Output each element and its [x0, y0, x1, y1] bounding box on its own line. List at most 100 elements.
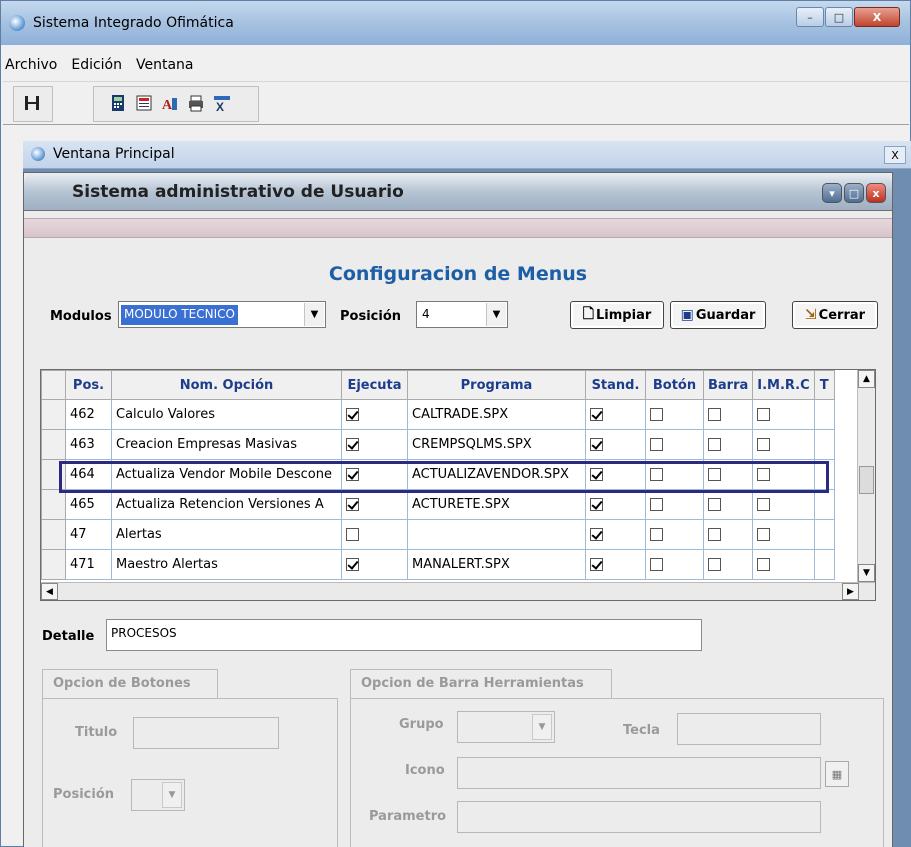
- row-header[interactable]: [41, 429, 66, 460]
- cell-barra[interactable]: [702, 489, 754, 520]
- checkbox[interactable]: [757, 438, 771, 451]
- grupo-select[interactable]: ▼: [457, 711, 555, 743]
- scroll-up-icon[interactable]: ▲: [858, 370, 875, 388]
- cell-boton[interactable]: [645, 399, 704, 430]
- cell-pos[interactable]: 462: [65, 399, 112, 430]
- cerrar-button[interactable]: ⇲ Cerrar: [792, 301, 878, 329]
- checkbox[interactable]: [346, 498, 359, 511]
- cell-stand[interactable]: [585, 549, 646, 580]
- col-header-pos[interactable]: Pos.: [65, 370, 112, 400]
- cell-imrc[interactable]: [752, 429, 815, 460]
- checkbox[interactable]: [650, 528, 663, 541]
- close-button[interactable]: X: [854, 7, 900, 27]
- browse-icon[interactable]: ▦: [825, 761, 849, 787]
- cell-pos[interactable]: 465: [65, 489, 112, 520]
- table-row[interactable]: 463 Creacion Empresas Masivas CREMPSQLMS.S…: [41, 429, 835, 460]
- limpiar-button[interactable]: 🗋 Limpiar: [570, 301, 664, 329]
- cell-stand[interactable]: [585, 489, 646, 520]
- cell-nombre[interactable]: Calculo Valores: [111, 399, 342, 430]
- col-header-stand[interactable]: Stand.: [585, 370, 646, 400]
- chevron-down-icon[interactable]: ▼: [532, 714, 552, 740]
- window-titlebar[interactable]: Sistema Integrado Ofimática – □ X: [1, 1, 910, 45]
- col-header-boton[interactable]: Botón: [645, 370, 704, 400]
- printer-icon[interactable]: [183, 91, 209, 115]
- checkbox[interactable]: [590, 438, 603, 451]
- checkbox[interactable]: [346, 528, 359, 541]
- tab-opcion-barra[interactable]: Opcion de Barra Herramientas: [350, 669, 612, 699]
- cell-stand[interactable]: [585, 519, 646, 550]
- row-header[interactable]: [41, 489, 66, 520]
- cell-barra[interactable]: [702, 399, 754, 430]
- cell-programa[interactable]: CALTRADE.SPX: [407, 399, 586, 430]
- cell-pos[interactable]: 463: [65, 429, 112, 460]
- checkbox[interactable]: [346, 408, 359, 421]
- cell-t[interactable]: [813, 489, 835, 520]
- tab-opcion-botones[interactable]: Opcion de Botones: [42, 669, 218, 699]
- cell-programa[interactable]: [407, 519, 586, 550]
- detalle-field[interactable]: PROCESOS: [106, 619, 702, 651]
- cell-t[interactable]: [813, 399, 835, 430]
- cell-ejecuta[interactable]: [341, 519, 408, 550]
- menu-edicion[interactable]: Edición: [71, 57, 122, 73]
- table-row[interactable]: 47 Alertas: [41, 519, 835, 550]
- cell-imrc[interactable]: [752, 519, 815, 550]
- col-header-t[interactable]: T: [813, 370, 835, 400]
- guardar-button[interactable]: ▣ Guardar: [670, 301, 766, 329]
- checkbox[interactable]: [708, 498, 721, 511]
- scroll-right-icon[interactable]: ▶: [842, 583, 859, 600]
- col-header-programa[interactable]: Programa: [407, 370, 586, 400]
- boton-posicion-select[interactable]: ▼: [131, 779, 185, 811]
- checkbox[interactable]: [650, 438, 663, 451]
- col-header-imrc[interactable]: I.M.R.C: [752, 370, 815, 400]
- chevron-down-icon[interactable]: ▼: [486, 303, 506, 326]
- cell-ejecuta[interactable]: [341, 429, 408, 460]
- cell-stand[interactable]: [585, 399, 646, 430]
- cell-ejecuta[interactable]: [341, 399, 408, 430]
- cell-programa[interactable]: CREMPSQLMS.SPX: [407, 429, 586, 460]
- row-header[interactable]: [41, 399, 66, 430]
- checkbox[interactable]: [708, 558, 721, 571]
- grid-horizontal-scrollbar[interactable]: ◀ ▶: [41, 582, 875, 600]
- cell-barra[interactable]: [702, 519, 754, 550]
- cell-nombre[interactable]: Alertas: [111, 519, 342, 550]
- chevron-down-icon[interactable]: ▼: [162, 782, 182, 808]
- table-row[interactable]: 471 Maestro Alertas MANALERT.SPX: [41, 549, 835, 580]
- checkbox[interactable]: [590, 558, 603, 571]
- cell-t[interactable]: [813, 549, 835, 580]
- exit-icon[interactable]: [19, 91, 45, 115]
- cell-imrc[interactable]: [752, 489, 815, 520]
- cell-barra[interactable]: [702, 549, 754, 580]
- row-header[interactable]: [41, 519, 66, 550]
- cell-pos[interactable]: 471: [65, 549, 112, 580]
- cell-boton[interactable]: [645, 489, 704, 520]
- cell-nombre[interactable]: Maestro Alertas: [111, 549, 342, 580]
- cell-t[interactable]: [813, 519, 835, 550]
- titulo-field[interactable]: [133, 717, 279, 749]
- cell-pos[interactable]: 47: [65, 519, 112, 550]
- col-header-nombre[interactable]: Nom. Opción: [111, 370, 342, 400]
- checkbox[interactable]: [708, 408, 721, 421]
- row-header[interactable]: [41, 549, 66, 580]
- admin-maximize-button[interactable]: □: [844, 183, 864, 203]
- col-header-ejecuta[interactable]: Ejecuta: [341, 370, 408, 400]
- cell-boton[interactable]: [645, 519, 704, 550]
- menu-archivo[interactable]: Archivo: [5, 57, 57, 73]
- scroll-thumb[interactable]: [859, 466, 874, 494]
- cell-programa[interactable]: MANALERT.SPX: [407, 549, 586, 580]
- cell-nombre[interactable]: Creacion Empresas Masivas: [111, 429, 342, 460]
- maximize-button[interactable]: □: [825, 7, 853, 27]
- menu-ventana[interactable]: Ventana: [136, 57, 194, 73]
- cell-nombre[interactable]: Actualiza Retencion Versiones A: [111, 489, 342, 520]
- cell-boton[interactable]: [645, 549, 704, 580]
- cell-ejecuta[interactable]: [341, 489, 408, 520]
- modulos-select[interactable]: MODULO TECNICO ▼: [118, 301, 326, 328]
- checkbox[interactable]: [757, 408, 771, 421]
- table-row[interactable]: 465 Actualiza Retencion Versiones A ACTURE…: [41, 489, 835, 520]
- scroll-down-icon[interactable]: ▼: [858, 564, 875, 582]
- cell-stand[interactable]: [585, 429, 646, 460]
- posicion-select[interactable]: 4 ▼: [416, 301, 508, 328]
- checkbox[interactable]: [346, 558, 359, 571]
- parametro-field[interactable]: [457, 801, 821, 833]
- checkbox[interactable]: [590, 408, 603, 421]
- admin-restore-button[interactable]: ▾: [822, 183, 842, 203]
